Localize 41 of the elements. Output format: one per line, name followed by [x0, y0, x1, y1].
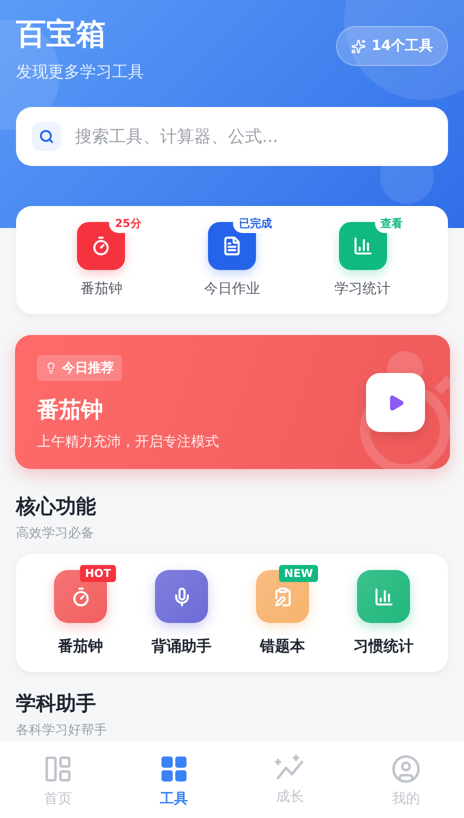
tool-tile[interactable]: [357, 570, 410, 623]
tool-label: 错题本: [260, 637, 305, 656]
page-subtitle: 发现更多学习工具: [16, 62, 144, 83]
search-icon: [32, 122, 61, 151]
section-subtitle: 各科学习好帮手: [16, 722, 108, 739]
sparkle-chart-icon: [274, 754, 306, 782]
tool-label: 今日作业: [204, 280, 260, 298]
document-icon: [222, 236, 242, 256]
stopwatch-icon: [70, 586, 90, 606]
recommendation-tag: 今日推荐: [37, 355, 122, 381]
lightbulb-icon: [45, 362, 57, 374]
page-title: 百宝箱: [16, 16, 107, 54]
layout-icon: [43, 754, 73, 784]
chart-icon: [374, 586, 394, 606]
section-title: 学科助手: [16, 690, 97, 717]
recommendation-banner[interactable]: 今日推荐 番茄钟 上午精力充沛，开启专注模式: [15, 335, 450, 469]
clipboard-pen-icon: [272, 586, 292, 606]
bar-chart-icon: [352, 236, 373, 256]
user-icon: [391, 754, 421, 784]
tool-tile[interactable]: [155, 570, 208, 623]
tab-item[interactable]: 首页: [0, 742, 116, 818]
sparkle-icon: [350, 38, 366, 54]
section-subtitle: 高效学习必备: [16, 525, 95, 542]
grid-icon: [159, 754, 189, 784]
tool-label: 背诵助手: [152, 637, 212, 656]
tool-badge: NEW: [279, 565, 318, 582]
banner-title: 番茄钟: [37, 397, 103, 425]
section-title: 核心功能: [16, 493, 97, 520]
tool-count-badge[interactable]: 14个工具: [336, 26, 448, 66]
search-bar[interactable]: 搜索工具、计算器、公式...: [16, 107, 448, 166]
tab-item[interactable]: 我的: [348, 742, 464, 818]
banner-subtitle: 上午精力充沛，开启专注模式: [37, 433, 219, 451]
tab-item[interactable]: 工具: [116, 742, 232, 818]
tool-badge: HOT: [80, 565, 116, 582]
tool-label: 番茄钟: [58, 637, 103, 656]
tab-item[interactable]: 成长: [232, 742, 348, 818]
timer-icon: [91, 236, 112, 256]
play-button[interactable]: [366, 373, 425, 432]
tool-label: 学习统计: [334, 280, 391, 298]
tool-label: 习惯统计: [354, 637, 414, 656]
tool-label: 番茄钟: [80, 280, 122, 298]
